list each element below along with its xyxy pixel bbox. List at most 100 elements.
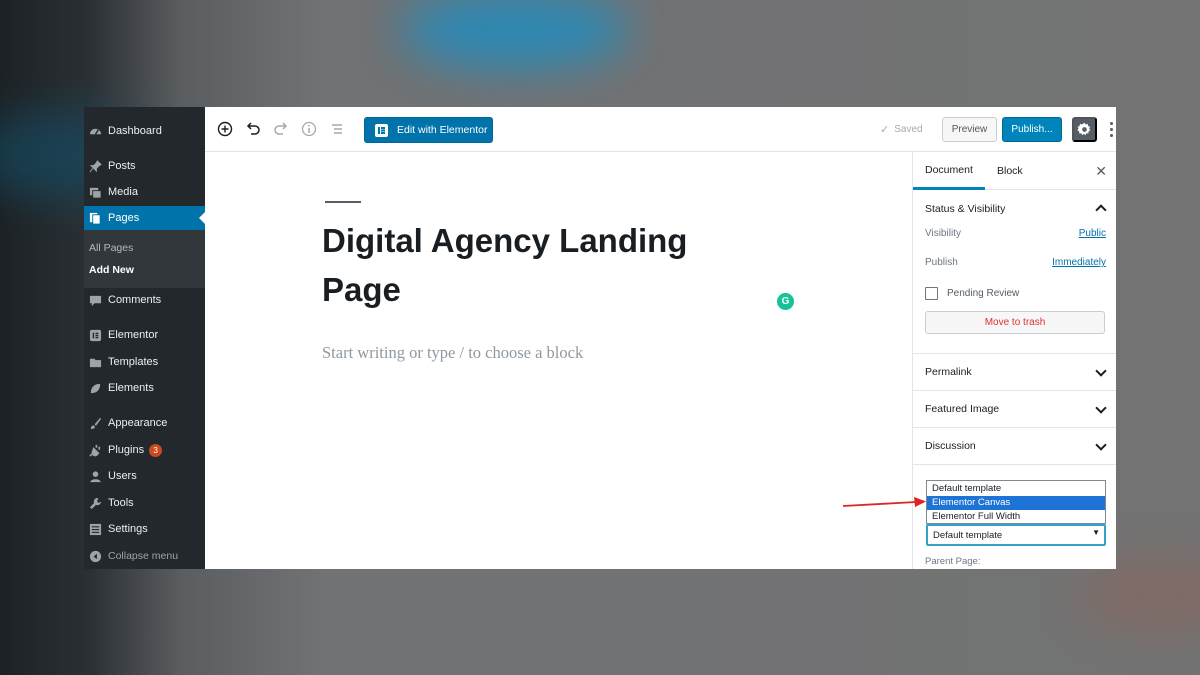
menu-label: Tools (108, 497, 134, 509)
media-icon (88, 185, 102, 199)
chevron-down-icon (1095, 402, 1107, 414)
more-options-icon[interactable] (1110, 122, 1113, 137)
add-block-icon[interactable] (216, 120, 234, 138)
redo-icon[interactable] (272, 120, 290, 138)
menu-label: Plugins (108, 444, 145, 456)
button-label: Edit with Elementor (397, 124, 488, 136)
list-view-icon[interactable] (328, 120, 346, 138)
pin-icon (88, 159, 102, 173)
status-visibility-toggle[interactable]: Status & Visibility (913, 190, 1116, 227)
discussion-panel-toggle[interactable]: Discussion (913, 428, 1116, 465)
visibility-label: Visibility (925, 228, 961, 239)
menu-item-dashboard[interactable]: Dashboard (84, 119, 205, 143)
comment-icon (88, 293, 102, 307)
editor-toolbar: Edit with Elementor ✓ Saved Preview Publ… (205, 107, 1116, 152)
background-blur-blob (400, 0, 630, 70)
menu-item-users[interactable]: Users (84, 464, 205, 488)
menu-item-posts[interactable]: Posts (84, 154, 205, 178)
visibility-link[interactable]: Public (1079, 228, 1106, 239)
gear-icon (1077, 122, 1091, 136)
template-option[interactable]: Default template (927, 482, 1105, 496)
admin-sidebar: Dashboard Posts Media Pages All Pages Ad… (84, 107, 205, 569)
elementor-icon (375, 123, 388, 137)
template-dropdown-list: Default template Elementor Canvas Elemen… (926, 480, 1106, 524)
edit-with-elementor-button[interactable]: Edit with Elementor (364, 117, 493, 143)
info-icon[interactable] (300, 120, 318, 138)
permalink-panel-toggle[interactable]: Permalink (913, 354, 1116, 391)
menu-item-appearance[interactable]: Appearance (84, 411, 205, 435)
chevron-up-icon (1095, 204, 1107, 216)
block-editor: Edit with Elementor ✓ Saved Preview Publ… (205, 107, 1116, 569)
menu-item-plugins[interactable]: Plugins 3 (84, 438, 205, 462)
panel-title: Featured Image (925, 403, 1000, 415)
panel-title: Status & Visibility (925, 202, 1006, 215)
dropdown-arrow-icon: ▼ (1092, 528, 1100, 537)
settings-button[interactable] (1072, 117, 1097, 142)
dashboard-icon (88, 124, 102, 138)
chevron-down-icon (1095, 365, 1107, 377)
menu-label: Comments (108, 294, 162, 306)
template-option-highlighted[interactable]: Elementor Canvas (927, 496, 1105, 510)
template-select[interactable]: Default template ▼ (926, 524, 1106, 546)
publish-label: Publish (925, 257, 958, 268)
menu-label: Dashboard (108, 125, 162, 137)
preview-button[interactable]: Preview (942, 117, 997, 142)
document-settings-sidebar: Document Block ✕ Status & Visibility Vis… (912, 152, 1116, 569)
menu-item-templates[interactable]: Templates (84, 350, 205, 374)
menu-label: Users (108, 470, 137, 482)
paintbrush-icon (88, 416, 102, 430)
editor-canvas: Digital Agency Landing Page Start writin… (205, 152, 912, 569)
featured-image-panel-toggle[interactable]: Featured Image (913, 391, 1116, 428)
wordpress-editor-screenshot: Dashboard Posts Media Pages All Pages Ad… (84, 107, 1116, 569)
tab-document[interactable]: Document (913, 152, 985, 190)
publish-date-link[interactable]: Immediately (1052, 257, 1106, 268)
close-icon[interactable]: ✕ (1095, 163, 1107, 180)
pending-review-label: Pending Review (947, 288, 1020, 299)
leaf-icon (88, 381, 102, 395)
plug-icon (88, 443, 102, 457)
undo-icon[interactable] (244, 120, 262, 138)
menu-item-elements[interactable]: Elements (84, 376, 205, 400)
submenu-add-new[interactable]: Add New (89, 264, 134, 276)
collapse-arrow-icon (88, 549, 102, 563)
menu-label: Appearance (108, 417, 168, 429)
menu-label: Templates (108, 356, 159, 368)
menu-label: Media (108, 186, 138, 198)
folder-icon (88, 355, 102, 369)
saved-label: Saved (894, 124, 923, 135)
panel-title: Permalink (925, 366, 972, 378)
move-to-trash-button[interactable]: Move to trash (925, 311, 1105, 334)
pages-icon (88, 211, 102, 225)
submenu-all-pages[interactable]: All Pages (89, 242, 133, 254)
menu-label: Settings (108, 523, 148, 535)
menu-item-comments[interactable]: Comments (84, 288, 205, 312)
collapse-menu-button[interactable]: Collapse menu (84, 544, 205, 568)
menu-label: Elementor (108, 329, 159, 341)
template-option[interactable]: Elementor Full Width (927, 510, 1105, 524)
update-count-badge: 3 (149, 443, 163, 457)
menu-item-settings[interactable]: Settings (84, 517, 205, 541)
background-blur-blob (1080, 560, 1200, 630)
menu-item-tools[interactable]: Tools (84, 491, 205, 515)
menu-item-media[interactable]: Media (84, 180, 205, 204)
settings-sliders-icon (88, 522, 102, 536)
grammarly-icon[interactable]: G (777, 293, 794, 310)
tab-block[interactable]: Block (997, 152, 1023, 190)
title-separator (325, 201, 361, 203)
block-placeholder[interactable]: Start writing or type / to choose a bloc… (322, 343, 583, 363)
menu-item-elementor[interactable]: Elementor (84, 323, 205, 347)
post-title[interactable]: Digital Agency Landing Page (322, 216, 742, 314)
publish-button[interactable]: Publish... (1002, 117, 1062, 142)
wrench-icon (88, 496, 102, 510)
chevron-down-icon (1095, 439, 1107, 451)
pending-review-checkbox[interactable] (925, 287, 938, 300)
menu-item-pages[interactable]: Pages (84, 206, 205, 230)
checkmark-icon: ✓ (880, 124, 890, 136)
elementor-icon (88, 328, 102, 342)
saved-status: ✓ Saved (880, 123, 923, 136)
status-visibility-panel: Status & Visibility Visibility Public Pu… (913, 190, 1116, 354)
user-icon (88, 469, 102, 483)
panel-title: Discussion (925, 440, 976, 452)
sidebar-tabs: Document Block ✕ (913, 152, 1116, 190)
menu-label: Collapse menu (108, 550, 179, 562)
